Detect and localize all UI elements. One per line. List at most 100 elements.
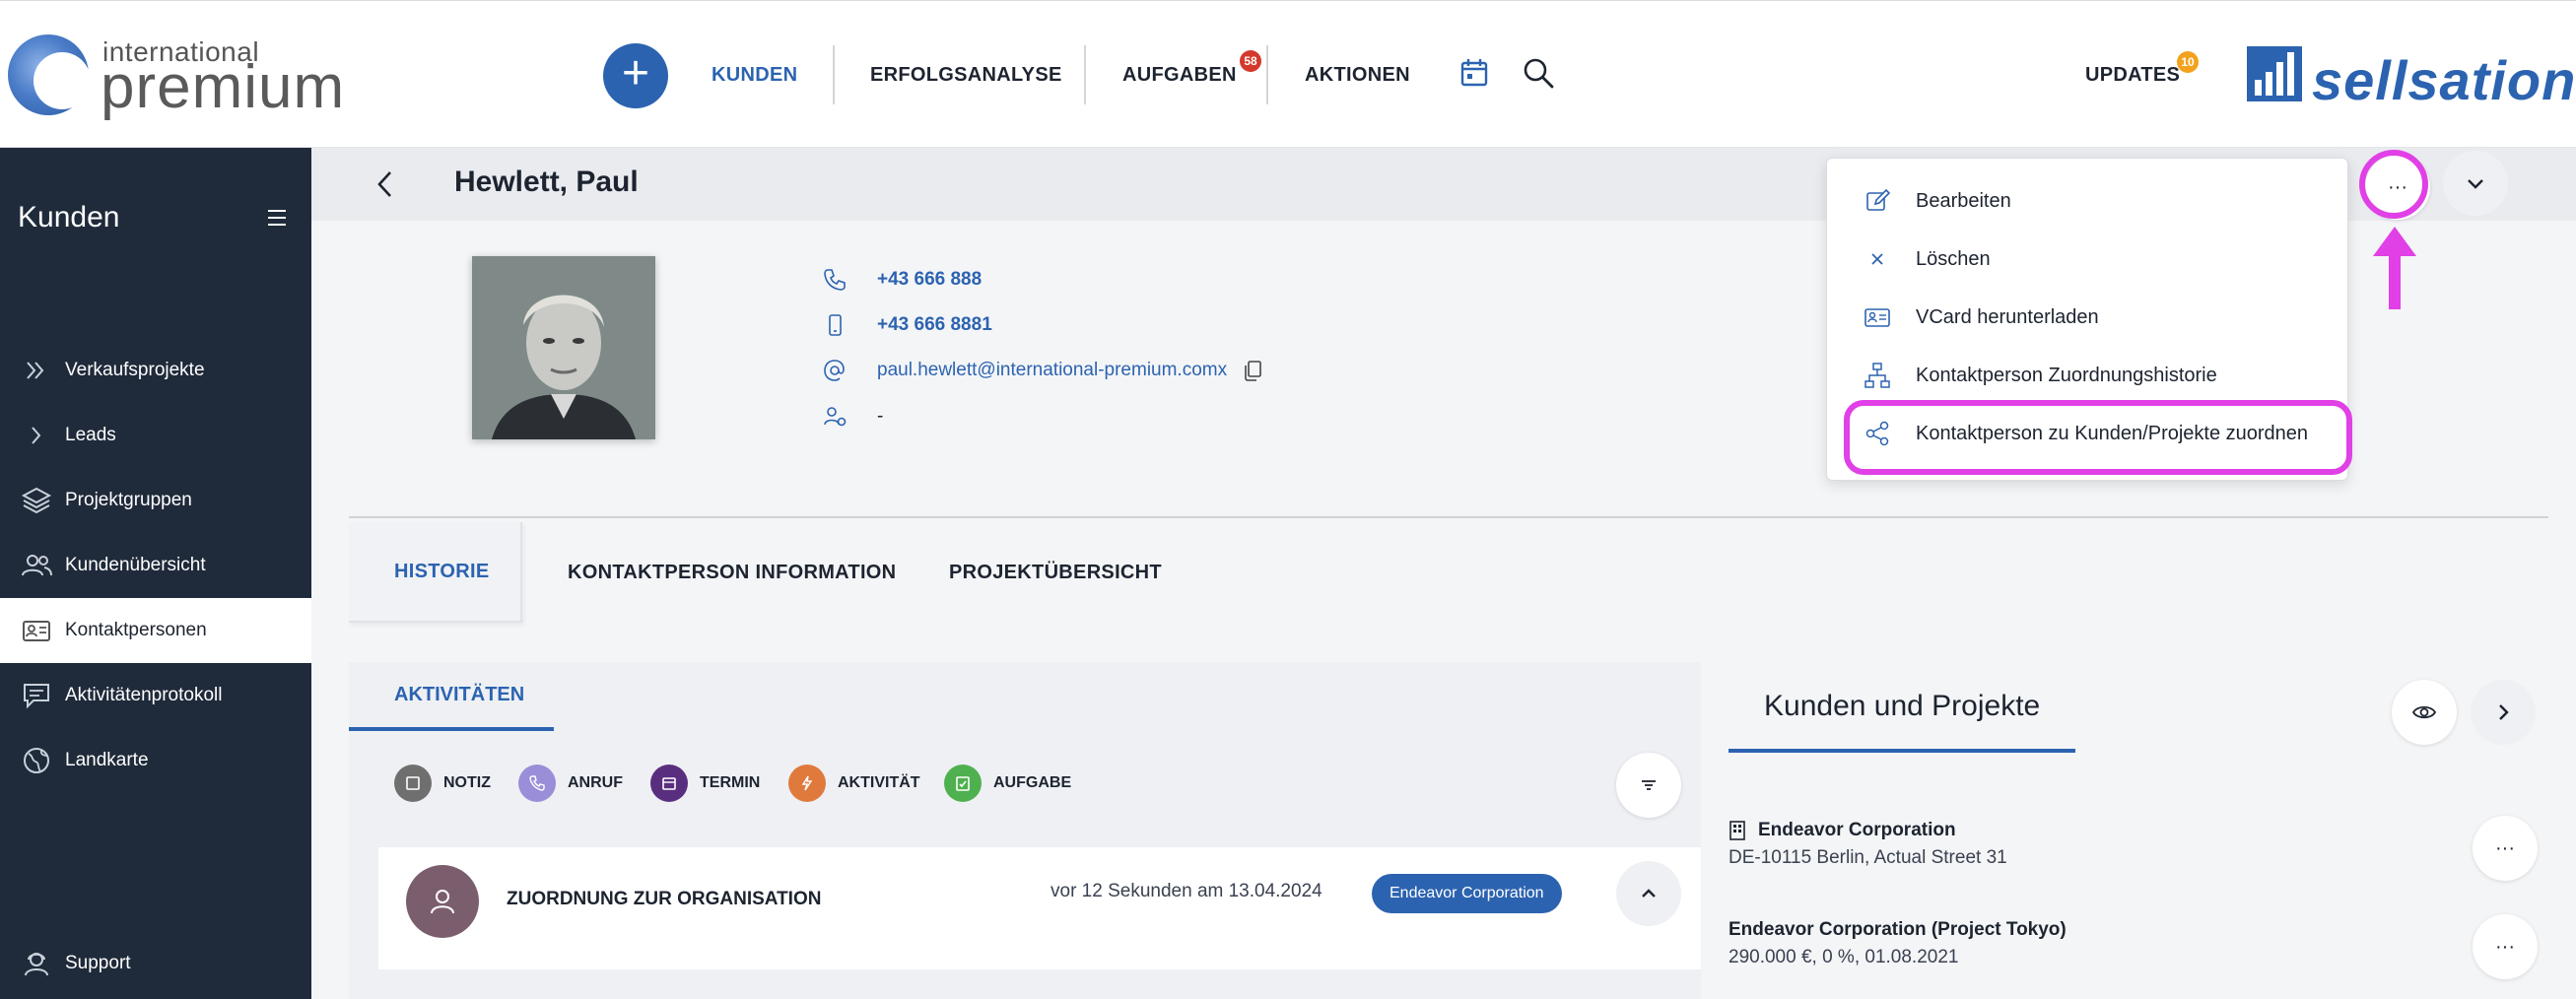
organisation-badge[interactable]: Endeavor Corporation <box>1372 874 1562 913</box>
support-icon <box>20 947 53 980</box>
tab-historie[interactable]: HISTORIE <box>349 522 522 623</box>
pencil-icon <box>1863 186 1892 216</box>
more-options-menu: Bearbeiten Löschen VCard herunterladen K… <box>1826 158 2348 481</box>
sidebar-item-kontaktpersonen[interactable]: Kontaktpersonen <box>0 598 311 663</box>
building-icon <box>1729 821 1745 840</box>
menu-item-kunden-projekte-zuordnen[interactable]: Kontaktperson zu Kunden/Projekte zuordne… <box>1827 407 2349 460</box>
menu-item-label: VCard herunterladen <box>1916 305 2099 328</box>
filter-anruf[interactable]: ANRUF <box>518 765 623 802</box>
filter-notiz[interactable]: NOTIZ <box>394 765 491 802</box>
menu-item-bearbeiten[interactable]: Bearbeiten <box>1827 174 2349 228</box>
filter-button[interactable] <box>1616 753 1681 818</box>
globe-icon <box>20 744 53 777</box>
sidebar-item-label: Kundenübersicht <box>65 555 206 575</box>
nav-erfolgsanalyse[interactable]: ERFOLGSANALYSE <box>870 1 1062 149</box>
tab-kontaktperson-information[interactable]: KONTAKTPERSON INFORMATION <box>568 522 896 623</box>
nav-updates[interactable]: UPDATES <box>2085 1 2180 149</box>
customer-item-name[interactable]: Endeavor Corporation <box>1729 818 1956 843</box>
international-premium-logo[interactable]: international premium <box>8 31 344 121</box>
menu-item-zuordnungshistorie[interactable]: Kontaktperson Zuordnungshistorie <box>1827 349 2349 402</box>
sidebar-item-label: Leads <box>65 425 116 445</box>
hamburger-menu-icon[interactable] <box>260 207 290 231</box>
sidebar-item-label: Projektgruppen <box>65 490 192 510</box>
kunden-projekte-title: Kunden und Projekte <box>1764 690 2041 722</box>
copy-icon[interactable] <box>1241 359 1264 382</box>
sidebar-item-aktivitaetenprotokoll[interactable]: Aktivitätenprotokoll <box>0 663 311 728</box>
project-item-name[interactable]: Endeavor Corporation (Project Tokyo) <box>1729 917 2067 943</box>
sidebar-title: Kunden <box>18 201 120 233</box>
tab-aktivitaeten[interactable]: AKTIVITÄTEN <box>349 662 554 731</box>
menu-item-loeschen[interactable]: Löschen <box>1827 233 2349 286</box>
activity-title: ZUORDNUNG ZUR ORGANISATION <box>507 889 822 909</box>
sidebar-item-label: Kontaktpersonen <box>65 620 207 640</box>
phone-icon <box>822 267 847 293</box>
sellsation-logo[interactable]: sellsation <box>2247 46 2575 111</box>
add-button[interactable]: + <box>603 43 668 108</box>
next-button[interactable] <box>2471 680 2536 745</box>
nav-separator <box>833 45 835 104</box>
user-assign-icon <box>822 404 847 430</box>
expand-header-button[interactable] <box>2443 151 2508 216</box>
more-options-button[interactable]: ··· <box>2365 155 2430 220</box>
chevron-down-icon <box>2468 179 2483 189</box>
back-arrow-icon[interactable] <box>371 167 400 201</box>
share-icon <box>1863 419 1892 448</box>
top-bar: international premium + KUNDEN ERFOLGSAN… <box>0 0 2576 148</box>
sidebar-item-leads[interactable]: Leads <box>0 403 311 468</box>
activity-timestamp: vor 12 Sekunden am 13.04.2024 <box>1051 881 1322 901</box>
toggle-visibility-button[interactable] <box>2392 680 2457 745</box>
email-link[interactable]: paul.hewlett@international-premium.comx <box>877 360 1227 381</box>
hierarchy-icon <box>1863 361 1892 390</box>
sidebar-item-label: Support <box>65 953 131 973</box>
filter-aktivitaet[interactable]: AKTIVITÄT <box>788 765 920 802</box>
double-chevron-icon <box>20 354 53 387</box>
note-icon <box>394 765 432 802</box>
layers-icon <box>20 484 53 517</box>
filter-icon <box>1642 780 1656 790</box>
filter-label: TERMIN <box>700 774 761 791</box>
sidebar-item-verkaufsprojekte[interactable]: Verkaufsprojekte <box>0 338 311 403</box>
customer-name: Endeavor Corporation <box>1758 820 1956 840</box>
search-icon[interactable] <box>1522 56 1555 90</box>
menu-item-label: Kontaktperson Zuordnungshistorie <box>1916 364 2217 386</box>
at-icon <box>822 358 847 383</box>
mobile-icon <box>822 312 847 338</box>
kunden-projekte-underline <box>1729 749 2075 753</box>
page-title: Hewlett, Paul <box>454 166 639 198</box>
activities-panel: AKTIVITÄTEN NOTIZ ANRUF TERMIN AKTIVITÄT… <box>349 662 1701 999</box>
chevron-up-icon <box>1642 889 1656 898</box>
sidebar-item-kundenuebersicht[interactable]: Kundenübersicht <box>0 533 311 598</box>
mobile-link[interactable]: +43 666 8881 <box>877 314 992 336</box>
eye-icon <box>2411 705 2437 719</box>
nav-kunden[interactable]: KUNDEN <box>712 1 797 149</box>
project-more-button[interactable]: ··· <box>2473 914 2538 979</box>
tab-projektuebersicht[interactable]: PROJEKTÜBERSICHT <box>949 522 1162 623</box>
updates-count-badge: 10 <box>2177 51 2199 73</box>
vcard-icon <box>1863 302 1892 332</box>
nav-aufgaben[interactable]: AUFGABEN <box>1122 1 1237 149</box>
sidebar-item-landkarte[interactable]: Landkarte <box>0 728 311 793</box>
collapse-activity-button[interactable] <box>1616 861 1681 926</box>
menu-item-vcard[interactable]: VCard herunterladen <box>1827 291 2349 344</box>
calendar-icon <box>650 765 688 802</box>
filter-aufgabe[interactable]: AUFGABE <box>944 765 1071 802</box>
sidebar: Kunden Verkaufsprojekte Leads Projektgru… <box>0 148 311 999</box>
nav-aktionen[interactable]: AKTIONEN <box>1305 1 1410 149</box>
phone-row: +43 666 888 <box>822 265 982 295</box>
sidebar-item-label: Aktivitätenprotokoll <box>65 685 223 705</box>
sidebar-item-projektgruppen[interactable]: Projektgruppen <box>0 468 311 533</box>
chat-icon <box>20 679 53 712</box>
filter-termin[interactable]: TERMIN <box>650 765 760 802</box>
nav-separator <box>1084 45 1086 104</box>
chevron-right-icon <box>2499 704 2509 720</box>
calendar-icon[interactable] <box>1457 56 1491 90</box>
mobile-row: +43 666 8881 <box>822 310 992 340</box>
phone-link[interactable]: +43 666 888 <box>877 269 982 291</box>
sidebar-item-label: Landkarte <box>65 750 149 770</box>
users-icon <box>20 549 53 582</box>
chevron-right-icon <box>20 419 53 452</box>
sidebar-item-support[interactable]: Support <box>0 931 311 996</box>
logo-text-big: premium <box>101 53 346 121</box>
menu-item-label: Kontaktperson zu Kunden/Projekte zuordne… <box>1916 422 2309 444</box>
customer-more-button[interactable]: ··· <box>2473 816 2538 881</box>
